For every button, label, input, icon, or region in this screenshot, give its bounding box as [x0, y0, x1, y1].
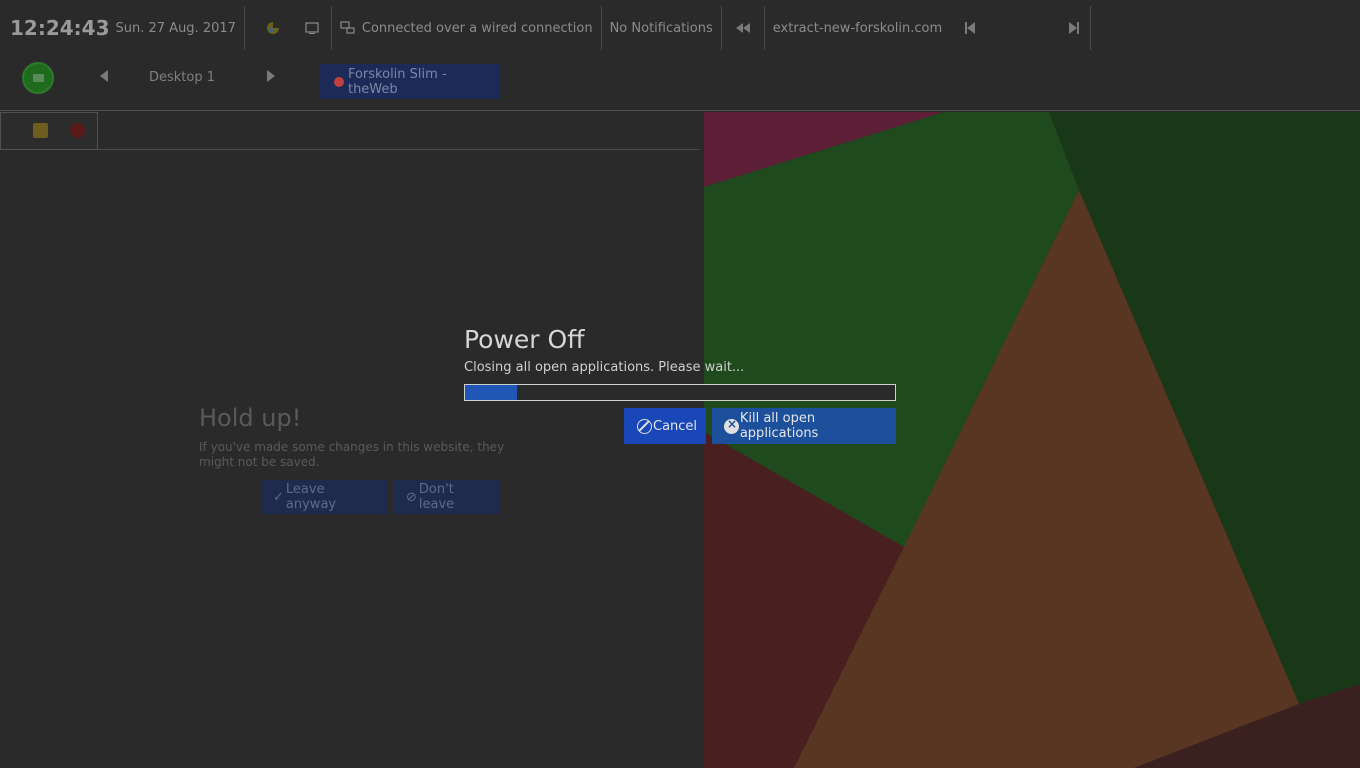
media-title[interactable]: extract-new-forskolin.com — [765, 6, 950, 50]
desktop-label: Desktop 1 — [149, 70, 216, 85]
hold-up-title: Hold up! — [199, 404, 302, 432]
window-tab[interactable] — [0, 112, 98, 150]
media-next-button[interactable] — [1058, 6, 1090, 50]
favicon-icon — [33, 123, 48, 138]
dont-leave-button[interactable]: ⊘ Don't leave — [394, 480, 500, 514]
screen-icon[interactable] — [293, 6, 331, 50]
power-off-dialog: Power Off Closing all open applications.… — [464, 325, 896, 444]
progress-fill — [465, 385, 517, 400]
power-off-title: Power Off — [464, 325, 585, 354]
media-rewind-button[interactable] — [722, 6, 764, 50]
app-menu-icon[interactable] — [245, 6, 293, 50]
cancel-icon — [637, 418, 652, 434]
desktop-bar: Desktop 1 Forskolin Slim - theWeb — [0, 56, 1360, 111]
previous-desktop-icon[interactable] — [100, 70, 108, 82]
next-desktop-icon[interactable] — [267, 70, 275, 82]
taskbar-window-title: Forskolin Slim - theWeb — [347, 66, 447, 97]
taskbar-window-button[interactable]: Forskolin Slim - theWeb — [320, 64, 500, 99]
start-menu-button[interactable] — [22, 62, 54, 94]
top-status-bar: 12:24:43 Sun. 27 Aug. 2017 Connected ove… — [0, 0, 1360, 56]
kill-icon — [724, 417, 739, 434]
kill-all-label: Kill all open applications — [739, 411, 819, 441]
media-prev-button[interactable] — [950, 6, 986, 50]
hold-up-dialog: Hold up! If you've made some changes in … — [199, 404, 509, 514]
skip-forward-icon — [1069, 22, 1080, 34]
close-tab-icon[interactable] — [70, 123, 85, 138]
window-tab-bar — [0, 112, 700, 150]
check-icon: ✓ — [273, 489, 284, 505]
leave-anyway-label: Leave anyway — [285, 482, 337, 512]
desktop-screen: 12:24:43 Sun. 27 Aug. 2017 Connected ove… — [0, 0, 1360, 768]
monitor-icon — [305, 22, 319, 34]
cancel-button[interactable]: Cancel — [624, 408, 706, 444]
clock-time[interactable]: 12:24:43 — [0, 6, 116, 50]
power-off-progress-bar — [464, 384, 896, 401]
cancel-icon: ⊘ — [406, 489, 417, 505]
leave-anyway-button[interactable]: ✓ Leave anyway — [261, 480, 387, 514]
kill-all-applications-button[interactable]: Kill all open applications — [712, 408, 896, 444]
network-icon — [340, 21, 355, 34]
hold-up-message: If you've made some changes in this webs… — [199, 440, 505, 469]
rewind-icon — [735, 23, 750, 33]
notifications[interactable]: No Notifications — [602, 6, 721, 50]
separator — [1090, 6, 1092, 50]
clock-date[interactable]: Sun. 27 Aug. 2017 — [116, 6, 244, 50]
browser-icon — [334, 76, 344, 87]
cancel-label: Cancel — [653, 418, 698, 434]
network-status[interactable]: Connected over a wired connection — [332, 6, 601, 50]
skip-back-icon — [965, 22, 976, 34]
power-off-message: Closing all open applications. Please wa… — [464, 360, 745, 375]
dont-leave-label: Don't leave — [418, 482, 455, 512]
pie-icon — [266, 22, 279, 34]
network-status-label: Connected over a wired connection — [361, 20, 593, 36]
